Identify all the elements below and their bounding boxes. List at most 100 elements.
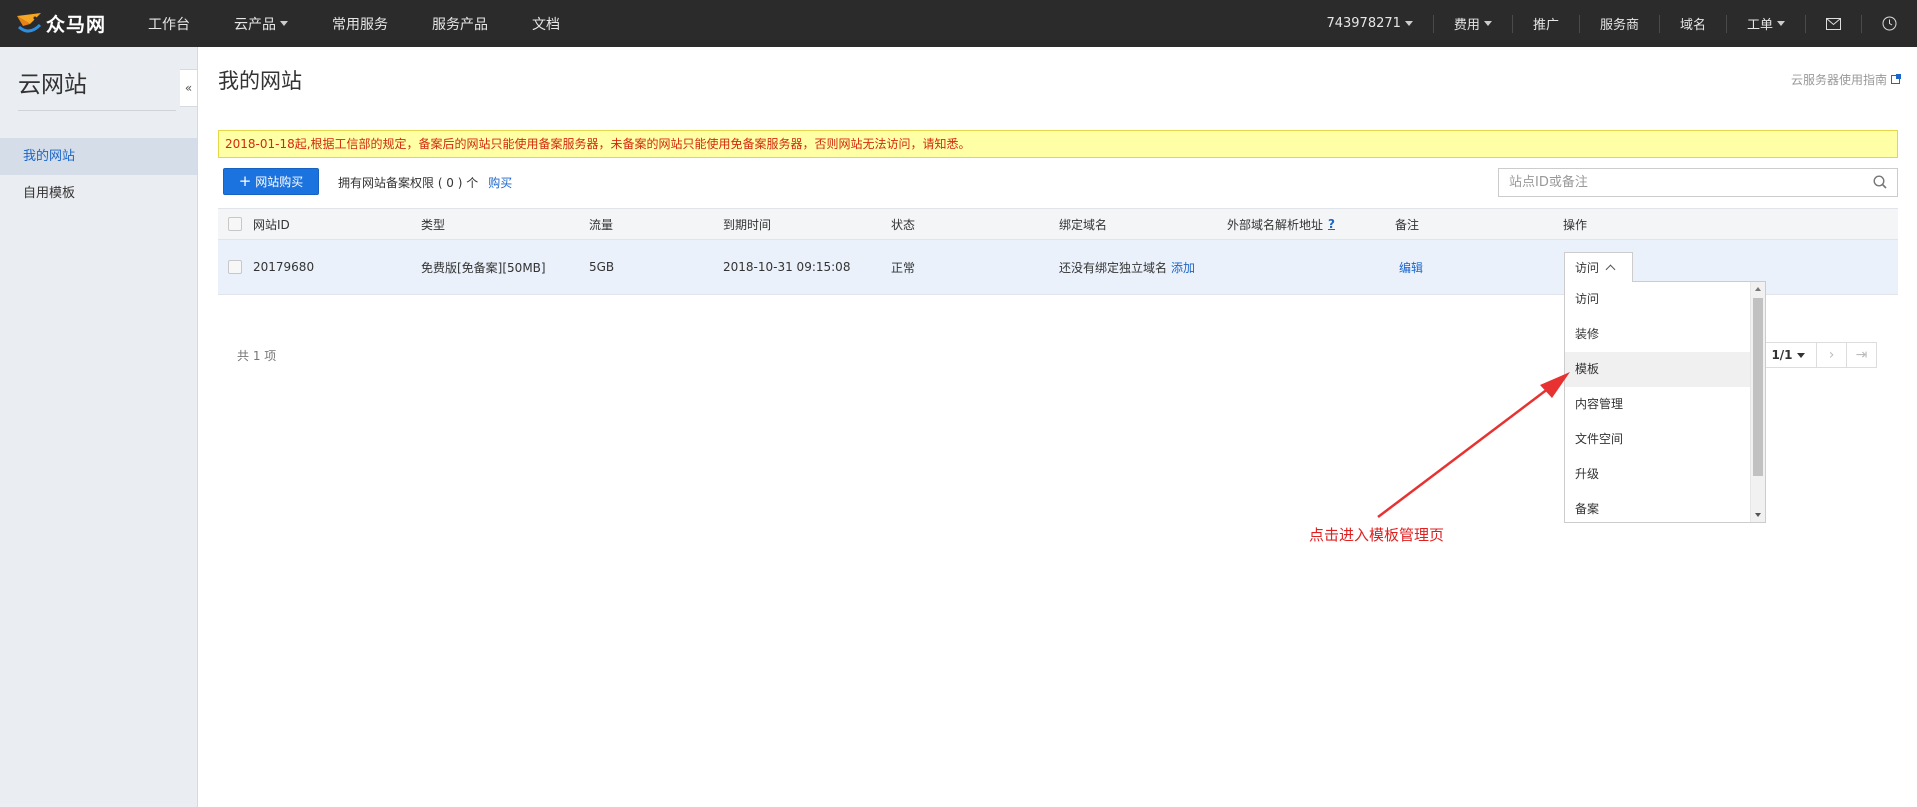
provider-link[interactable]: 服务商 <box>1580 14 1660 33</box>
site-expire: 2018-10-31 09:15:08 <box>723 260 851 274</box>
sidebar-divider <box>18 110 176 111</box>
logo-text: 众马网 <box>46 13 107 36</box>
nav-cloud-products[interactable]: 云产品 <box>234 14 288 34</box>
sidebar-item-label: 自用模板 <box>23 186 76 201</box>
col-bound-domain: 绑定域名 <box>1059 217 1108 232</box>
action-dropdown-menu: 访问 装修 模板 内容管理 文件空间 升级 备案 <box>1564 281 1766 523</box>
billing-label: 费用 <box>1453 18 1480 33</box>
clock-icon <box>1882 16 1897 31</box>
site-traffic: 5GB <box>589 260 615 274</box>
top-navigation-bar: 众马网 工作台 云产品 常用服务 服务产品 文档 743978271 费用 推广… <box>0 0 1917 47</box>
action-select[interactable]: 访问 <box>1564 252 1633 282</box>
col-traffic: 流量 <box>589 217 614 232</box>
next-page-button[interactable]: › <box>1817 342 1847 368</box>
caret-down-icon <box>1796 352 1805 358</box>
chevron-up-icon <box>1605 264 1616 275</box>
help-icon[interactable]: ? <box>1328 217 1335 231</box>
promotion-label: 推广 <box>1532 18 1559 33</box>
table-header: 网站ID 类型 流量 到期时间 状态 绑定域名 外部域名解析地址? 备注 操作 <box>218 208 1898 240</box>
sidebar-title: 云网站 <box>18 72 87 98</box>
site-type: 免费版[免备案][50MB] <box>421 260 546 275</box>
scroll-up-icon <box>1755 287 1761 291</box>
nav-docs[interactable]: 文档 <box>532 14 560 34</box>
scrollbar-thumb[interactable] <box>1753 298 1763 476</box>
action-option-upgrade[interactable]: 升级 <box>1565 457 1750 492</box>
row-select-cell <box>228 240 242 294</box>
remark-cell: 编辑 <box>1399 240 1423 294</box>
buy-quota-link[interactable]: 购买 <box>488 174 512 191</box>
domain-link[interactable]: 域名 <box>1660 14 1727 33</box>
chevron-right-icon: › <box>1828 347 1835 363</box>
caret-down-icon <box>1483 21 1492 26</box>
total-count: 共 1 项 <box>237 349 277 363</box>
col-expire: 到期时间 <box>723 217 772 232</box>
guide-link-label: 云服务器使用指南 <box>1790 73 1887 87</box>
account-menu[interactable]: 743978271 <box>1306 14 1434 33</box>
nav-workbench[interactable]: 工作台 <box>148 14 190 34</box>
nav-common-services[interactable]: 常用服务 <box>332 14 388 34</box>
select-all-checkbox[interactable] <box>228 217 242 231</box>
nav-service-products[interactable]: 服务产品 <box>432 14 488 34</box>
caret-down-icon <box>1777 21 1785 26</box>
col-site-id: 网站ID <box>253 217 290 232</box>
select-all-cell <box>228 209 242 239</box>
mail-button[interactable] <box>1806 14 1862 33</box>
annotation-text: 点击进入模板管理页 <box>1309 526 1445 544</box>
last-page-button[interactable]: ⇥ <box>1847 342 1877 368</box>
logo-icon <box>17 13 42 33</box>
sidebar: 云网站 « 我的网站 自用模板 <box>0 47 198 807</box>
main-nav: 工作台 云产品 常用服务 服务产品 文档 <box>148 0 604 47</box>
action-option-file-space[interactable]: 文件空间 <box>1565 422 1750 457</box>
page-select[interactable]: 1/1 <box>1759 342 1817 368</box>
sidebar-collapse-button[interactable]: « <box>180 69 198 107</box>
search-box <box>1498 168 1898 197</box>
last-page-icon: ⇥ <box>1855 347 1868 363</box>
plus-icon: + <box>238 172 252 190</box>
ticket-menu[interactable]: 工单 <box>1727 14 1806 33</box>
edit-remark-link[interactable]: 编辑 <box>1399 259 1423 276</box>
double-chevron-left-icon: « <box>184 81 193 95</box>
col-external-dns: 外部域名解析地址? <box>1227 209 1335 239</box>
nav-label: 服务产品 <box>432 16 488 33</box>
history-button[interactable] <box>1862 15 1917 33</box>
row-checkbox[interactable] <box>228 260 242 274</box>
nav-label: 常用服务 <box>332 16 388 33</box>
buy-website-button[interactable]: + 网站购买 <box>223 168 319 195</box>
col-type: 类型 <box>421 217 446 232</box>
search-icon[interactable] <box>1873 175 1887 189</box>
sidebar-item-my-sites[interactable]: 我的网站 <box>0 138 197 175</box>
action-option-record[interactable]: 备案 <box>1565 492 1750 522</box>
page-indicator: 1/1 <box>1771 348 1793 362</box>
page-title: 我的网站 <box>218 69 302 93</box>
dropdown-scrollbar[interactable] <box>1750 282 1765 522</box>
record-quota: 拥有网站备案权限 ( 0 ) 个购买 <box>338 174 512 191</box>
logo[interactable]: 众马网 <box>16 6 106 40</box>
col-remark: 备注 <box>1395 217 1420 232</box>
ticket-label: 工单 <box>1746 18 1773 33</box>
pagination: 1/1 › ⇥ <box>1759 342 1877 368</box>
action-option-content[interactable]: 内容管理 <box>1565 387 1750 422</box>
promotion-link[interactable]: 推广 <box>1513 14 1580 33</box>
search-input[interactable] <box>1499 169 1859 196</box>
no-domain-text: 还没有绑定独立域名 <box>1059 260 1168 275</box>
nav-label: 文档 <box>532 16 560 33</box>
col-actions: 操作 <box>1563 217 1588 232</box>
buy-button-label: 网站购买 <box>255 175 304 189</box>
add-domain-link[interactable]: 添加 <box>1171 259 1195 276</box>
scroll-down-icon <box>1755 513 1761 517</box>
bound-domain-cell: 还没有绑定独立域名 添加 <box>1059 240 1195 294</box>
action-option-visit[interactable]: 访问 <box>1565 282 1750 317</box>
site-status: 正常 <box>891 260 916 275</box>
caret-down-icon <box>280 21 288 26</box>
sidebar-item-label: 我的网站 <box>23 149 76 164</box>
sidebar-item-own-templates[interactable]: 自用模板 <box>0 175 197 212</box>
server-guide-link[interactable]: 云服务器使用指南 <box>1790 71 1901 88</box>
nav-label: 工作台 <box>148 16 190 33</box>
account-id: 743978271 <box>1326 16 1401 31</box>
action-option-template[interactable]: 模板 <box>1565 352 1750 387</box>
nav-label: 云产品 <box>234 16 276 33</box>
billing-menu[interactable]: 费用 <box>1434 14 1513 33</box>
col-external-dns-label: 外部域名解析地址 <box>1227 217 1324 232</box>
provider-label: 服务商 <box>1599 18 1639 33</box>
action-option-decorate[interactable]: 装修 <box>1565 317 1750 352</box>
